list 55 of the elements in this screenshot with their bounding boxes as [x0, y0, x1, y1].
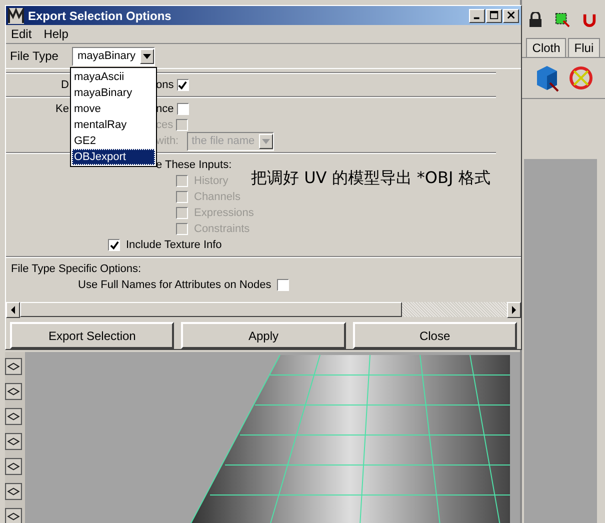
option-label: with:: [156, 135, 179, 147]
shelf-tab[interactable]: Flui: [568, 38, 600, 57]
tool-icon[interactable]: [5, 508, 22, 523]
checkbox[interactable]: [277, 279, 290, 291]
annotation-text: 把调好 UV 的模型导出 *OBJ 格式: [251, 168, 490, 189]
list-option[interactable]: GE2: [72, 133, 155, 149]
horizontal-scrollbar[interactable]: [6, 302, 521, 317]
checkbox-label: Include Texture Info: [126, 239, 222, 251]
file-type-dropdown[interactable]: mayaBinary: [72, 46, 155, 66]
option-label: D: [61, 79, 69, 91]
dialog-button[interactable]: Close: [352, 322, 517, 349]
option-label: ons: [156, 79, 174, 91]
magnet-icon[interactable]: [582, 12, 598, 28]
tool-icon[interactable]: [5, 408, 22, 425]
checkbox[interactable]: [108, 239, 120, 251]
checkbox[interactable]: [176, 103, 189, 115]
checkbox-label: Expressions: [194, 207, 254, 219]
option-label: Ke: [56, 103, 69, 115]
list-option[interactable]: mentalRay: [72, 117, 155, 133]
maximize-icon: [490, 11, 498, 20]
close-icon: [506, 11, 516, 20]
maximize-button[interactable]: [486, 8, 502, 23]
list-option[interactable]: OBJexport: [72, 149, 155, 165]
dialog-button[interactable]: Apply: [181, 322, 346, 349]
list-option[interactable]: mayaAscii: [72, 69, 155, 85]
checkbox[interactable]: [176, 79, 189, 91]
checkbox-label: Use Full Names for Attributes on Nodes: [78, 279, 272, 291]
minimize-button[interactable]: [469, 8, 485, 23]
caret-icon: [262, 138, 270, 144]
tool-icon[interactable]: [5, 383, 22, 400]
selection-icon[interactable]: [555, 12, 570, 28]
tool-icon[interactable]: [5, 483, 22, 500]
menu-item[interactable]: Edit: [11, 27, 32, 42]
section-label: File Type Specific Options:: [11, 263, 142, 275]
checkbox-label: Channels: [194, 191, 240, 203]
window-title: Export Selection Options: [28, 8, 172, 23]
shelf-tab[interactable]: Cloth: [526, 38, 566, 57]
checkbox-label: History: [194, 175, 228, 187]
caret-icon: [142, 54, 151, 58]
close-button[interactable]: [503, 8, 519, 23]
app-logo-icon: [8, 8, 24, 24]
scroll-right-icon[interactable]: [507, 302, 521, 318]
file-type-label: File Type: [10, 49, 58, 63]
dialog-button[interactable]: Export Selection: [10, 322, 174, 349]
option-label: nce: [156, 103, 174, 115]
list-option[interactable]: mayaBinary: [72, 85, 155, 101]
list-option[interactable]: move: [72, 101, 155, 117]
tool-icon[interactable]: [5, 458, 22, 475]
lock-icon[interactable]: [528, 12, 544, 28]
tool-icon[interactable]: [5, 358, 22, 375]
tool-icon[interactable]: [5, 433, 22, 450]
menu-item[interactable]: Help: [44, 27, 68, 42]
checkbox-label: Constraints: [194, 223, 250, 235]
scroll-left-icon[interactable]: [6, 302, 20, 318]
option-label: ces: [156, 119, 174, 131]
